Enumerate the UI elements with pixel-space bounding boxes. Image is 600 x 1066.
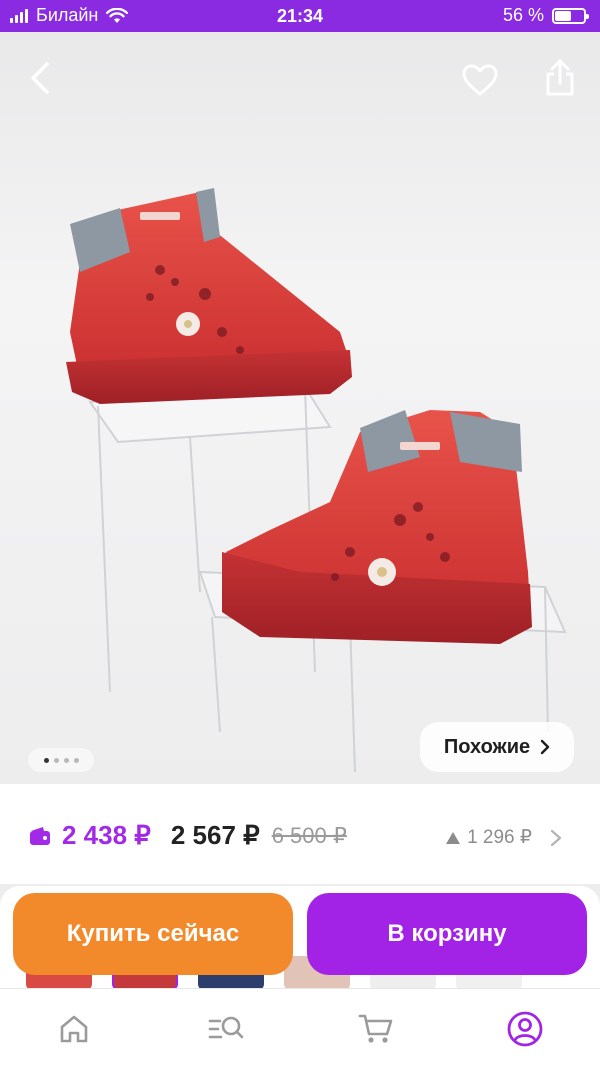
home-icon — [60, 1015, 88, 1043]
status-right: 56 % — [502, 5, 589, 26]
similar-label: Похожие — [443, 735, 531, 758]
tab-home[interactable] — [54, 1009, 94, 1049]
tab-catalog[interactable] — [206, 1009, 246, 1049]
pagination-dot — [73, 757, 79, 763]
price-delta[interactable]: 1 296 ₽ — [445, 826, 564, 849]
wallet-price: 2 438 ₽ — [62, 820, 151, 850]
triangle-up-icon — [446, 831, 461, 844]
chevron-left-icon — [31, 62, 49, 94]
battery-level — [555, 10, 571, 21]
tab-cart[interactable] — [356, 1009, 396, 1049]
pagination-dot — [63, 757, 69, 763]
catalog-search-icon — [208, 1016, 244, 1039]
buy-now-button[interactable]: Купить сейчас — [13, 893, 293, 975]
boot-right-image — [222, 410, 532, 644]
share-button[interactable] — [536, 54, 584, 102]
gallery-pagination — [28, 748, 94, 772]
share-icon — [546, 59, 574, 96]
wallet-icon — [30, 826, 50, 845]
bottom-tab-bar — [0, 988, 600, 1066]
delta-value: 1 296 ₽ — [467, 827, 532, 848]
price-card[interactable]: 2 438 ₽ 2 567 ₽ 6 500 ₽ 1 296 ₽ — [0, 786, 600, 884]
old-price: 6 500 ₽ — [271, 822, 347, 848]
back-button[interactable] — [16, 54, 64, 102]
profile-icon — [507, 1011, 543, 1047]
chevron-right-icon — [550, 829, 562, 846]
card-price: 2 567 ₽ — [170, 820, 260, 850]
product-image — [66, 188, 567, 773]
battery-percent: 56 % — [502, 5, 544, 25]
status-bar: Билайн 21:34 56 % — [0, 0, 600, 32]
favorite-button[interactable] — [456, 56, 504, 104]
price-row: 2 438 ₽ 2 567 ₽ 6 500 ₽ — [28, 820, 347, 851]
add-to-cart-button[interactable]: В корзину — [307, 893, 587, 975]
product-gallery[interactable]: Похожие — [0, 32, 600, 784]
tab-profile[interactable] — [505, 1009, 545, 1049]
battery-icon — [552, 7, 589, 24]
pagination-dot — [53, 757, 59, 763]
similar-button[interactable]: Похожие — [420, 722, 574, 772]
cart-icon — [358, 1014, 393, 1043]
chevron-right-icon — [540, 739, 550, 755]
pagination-dot — [43, 757, 49, 763]
boot-left-image — [66, 188, 352, 404]
heart-icon — [462, 64, 498, 96]
